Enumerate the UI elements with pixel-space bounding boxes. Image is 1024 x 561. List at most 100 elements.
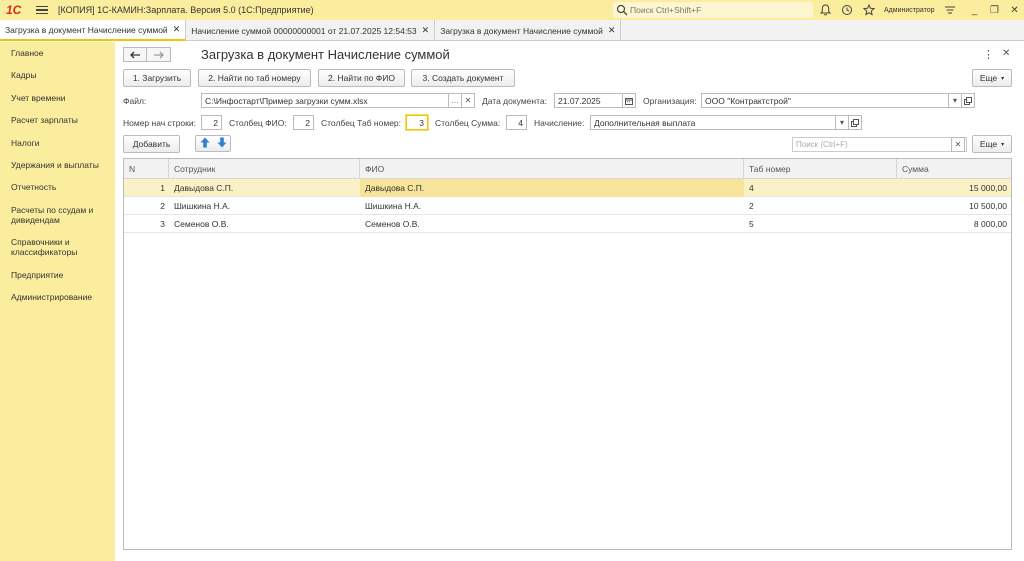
history-icon[interactable] bbox=[840, 3, 854, 17]
bell-icon[interactable] bbox=[818, 3, 832, 17]
close-tab-icon[interactable]: ✕ bbox=[608, 25, 616, 36]
app-title: [КОПИЯ] 1С-КАМИН:Зарплата. Версия 5.0 (1… bbox=[58, 5, 314, 15]
load-button[interactable]: 1. Загрузить bbox=[123, 69, 191, 87]
clear-file-icon[interactable]: ✕ bbox=[461, 93, 475, 108]
sidebar-item-catalogs[interactable]: Справочники и классификаторы bbox=[11, 237, 111, 257]
column-fio-field[interactable]: 2 bbox=[293, 115, 314, 130]
more-label: Еще bbox=[979, 73, 998, 83]
column-header-fio[interactable]: ФИО bbox=[360, 159, 744, 179]
cell-employee[interactable]: Давыдова С.П. bbox=[169, 179, 360, 197]
find-by-tab-button[interactable]: 2. Найти по таб номеру bbox=[198, 69, 311, 87]
more-vertical-icon[interactable]: ⋮ bbox=[983, 48, 994, 61]
start-row-field[interactable]: 2 bbox=[201, 115, 222, 130]
table-header: N Сотрудник ФИО Таб номер Сумма bbox=[124, 159, 1011, 179]
column-tab-field[interactable]: 3 bbox=[406, 115, 428, 130]
column-tab-label: Столбец Таб номер: bbox=[321, 118, 402, 128]
cell-fio[interactable]: Шишкина Н.А. bbox=[360, 197, 744, 215]
close-form-icon[interactable]: ✕ bbox=[1002, 48, 1010, 59]
browse-file-button[interactable]: … bbox=[448, 93, 462, 108]
organization-label: Организация: bbox=[643, 96, 697, 106]
cell-sum[interactable]: 15 000,00 bbox=[897, 179, 1011, 197]
tab-load-accrual-2[interactable]: Загрузка в документ Начисление суммой ✕ bbox=[435, 20, 622, 41]
open-link-icon[interactable] bbox=[961, 93, 975, 108]
find-by-fio-button[interactable]: 2. Найти по ФИО bbox=[318, 69, 405, 87]
cell-tab[interactable]: 4 bbox=[744, 179, 897, 197]
move-rows-group bbox=[195, 135, 231, 152]
move-up-icon[interactable] bbox=[200, 137, 210, 150]
column-header-n[interactable]: N bbox=[124, 159, 169, 179]
settings-menu-icon[interactable] bbox=[943, 3, 957, 17]
table-more-button[interactable]: Еще ▾ bbox=[972, 135, 1012, 153]
tab-label: Начисление суммой 00000000001 от 21.07.2… bbox=[191, 25, 417, 36]
sidebar-item-time-tracking[interactable]: Учет времени bbox=[11, 93, 111, 103]
cell-sum[interactable]: 10 500,00 bbox=[897, 197, 1011, 215]
table-row[interactable]: 1 Давыдова С.П. Давыдова С.П. 4 15 000,0… bbox=[124, 179, 1011, 197]
cell-fio[interactable]: Семенов О.В. bbox=[360, 215, 744, 233]
close-tab-icon[interactable]: ✕ bbox=[422, 25, 430, 36]
forward-arrow-icon[interactable] bbox=[147, 47, 171, 62]
more-button[interactable]: Еще ▾ bbox=[972, 69, 1012, 87]
user-name[interactable]: Администратор bbox=[884, 7, 935, 14]
column-header-employee[interactable]: Сотрудник bbox=[169, 159, 360, 179]
table-search-input[interactable]: Поиск (Ctrl+F) bbox=[792, 137, 967, 152]
sidebar-item-loans[interactable]: Расчеты по ссудам и дивидендам bbox=[11, 205, 111, 225]
sidebar-item-deductions[interactable]: Удержания и выплаты bbox=[11, 160, 111, 170]
sidebar-item-main[interactable]: Главное bbox=[11, 48, 111, 58]
column-header-sum[interactable]: Сумма bbox=[897, 159, 1011, 179]
open-link-icon[interactable] bbox=[848, 115, 862, 130]
start-row-label: Номер нач строки: bbox=[123, 118, 196, 128]
1c-logo: 1С bbox=[6, 3, 22, 17]
dropdown-arrow-icon[interactable]: ▾ bbox=[835, 115, 849, 130]
sidebar-item-payroll[interactable]: Расчет зарплаты bbox=[11, 115, 111, 125]
sidebar-item-hr[interactable]: Кадры bbox=[11, 70, 111, 80]
create-document-button[interactable]: 3. Создать документ bbox=[411, 69, 515, 87]
cell-n: 2 bbox=[160, 201, 165, 211]
table-row[interactable]: 3 Семенов О.В. Семенов О.В. 5 8 000,00 bbox=[124, 215, 1011, 233]
global-search[interactable] bbox=[613, 2, 813, 18]
cell-employee[interactable]: Шишкина Н.А. bbox=[169, 197, 360, 215]
accrual-label: Начисление: bbox=[534, 118, 585, 128]
cell-sum[interactable]: 8 000,00 bbox=[897, 215, 1011, 233]
cell-fio[interactable]: Давыдова С.П. bbox=[360, 179, 744, 197]
restore-icon[interactable]: ❐ bbox=[985, 5, 1005, 16]
history-nav bbox=[123, 47, 171, 62]
add-row-button[interactable]: Добавить bbox=[123, 135, 180, 153]
main-menu-icon[interactable] bbox=[36, 4, 48, 16]
column-header-tab[interactable]: Таб номер bbox=[744, 159, 897, 179]
sidebar-item-enterprise[interactable]: Предприятие bbox=[11, 270, 111, 280]
document-date-field[interactable]: 21.07.2025 bbox=[554, 93, 623, 108]
tab-load-accrual-1[interactable]: Загрузка в документ Начисление суммой ✕ bbox=[0, 20, 187, 41]
calendar-icon[interactable] bbox=[622, 93, 636, 108]
document-date-label: Дата документа: bbox=[482, 96, 547, 106]
sidebar-item-reporting[interactable]: Отчетность bbox=[11, 182, 111, 192]
column-sum-field[interactable]: 4 bbox=[506, 115, 527, 130]
file-label: Файл: bbox=[123, 96, 147, 106]
titlebar-icons: Администратор _ ❐ ✕ bbox=[818, 2, 1024, 18]
form-area: Загрузка в документ Начисление суммой ⋮ … bbox=[115, 42, 1024, 561]
table-row[interactable]: 2 Шишкина Н.А. Шишкина Н.А. 2 10 500,00 bbox=[124, 197, 1011, 215]
data-table: N Сотрудник ФИО Таб номер Сумма 1 Давыдо… bbox=[123, 158, 1012, 550]
tab-label: Загрузка в документ Начисление суммой bbox=[440, 25, 603, 36]
accrual-field[interactable]: Дополнительная выплата bbox=[590, 115, 838, 130]
close-window-icon[interactable]: ✕ bbox=[1005, 5, 1024, 16]
sidebar-item-administration[interactable]: Администрирование bbox=[11, 292, 111, 302]
sidebar-item-taxes[interactable]: Налоги bbox=[11, 138, 111, 148]
cell-tab[interactable]: 5 bbox=[744, 215, 897, 233]
cell-n: 3 bbox=[160, 219, 165, 229]
dropdown-arrow-icon[interactable]: ▾ bbox=[948, 93, 962, 108]
cell-employee[interactable]: Семенов О.В. bbox=[169, 215, 360, 233]
open-tabs-bar: Загрузка в документ Начисление суммой ✕ … bbox=[0, 20, 1024, 41]
cell-tab[interactable]: 2 bbox=[744, 197, 897, 215]
back-arrow-icon[interactable] bbox=[123, 47, 147, 62]
organization-field[interactable]: ООО "Контрактстрой" bbox=[701, 93, 949, 108]
star-icon[interactable] bbox=[862, 3, 876, 17]
move-down-icon[interactable] bbox=[217, 137, 227, 150]
cell-n: 1 bbox=[160, 183, 165, 193]
column-sum-label: Столбец Сумма: bbox=[435, 118, 501, 128]
tab-accrual-document[interactable]: Начисление суммой 00000000001 от 21.07.2… bbox=[186, 20, 436, 41]
clear-search-icon[interactable]: ✕ bbox=[951, 137, 965, 152]
minimize-icon[interactable]: _ bbox=[965, 5, 985, 16]
close-tab-icon[interactable]: ✕ bbox=[173, 24, 181, 35]
global-search-input[interactable] bbox=[630, 5, 810, 15]
file-path-field[interactable]: C:\Инфостарт\Пример загрузки сумм.xlsx bbox=[201, 93, 449, 108]
